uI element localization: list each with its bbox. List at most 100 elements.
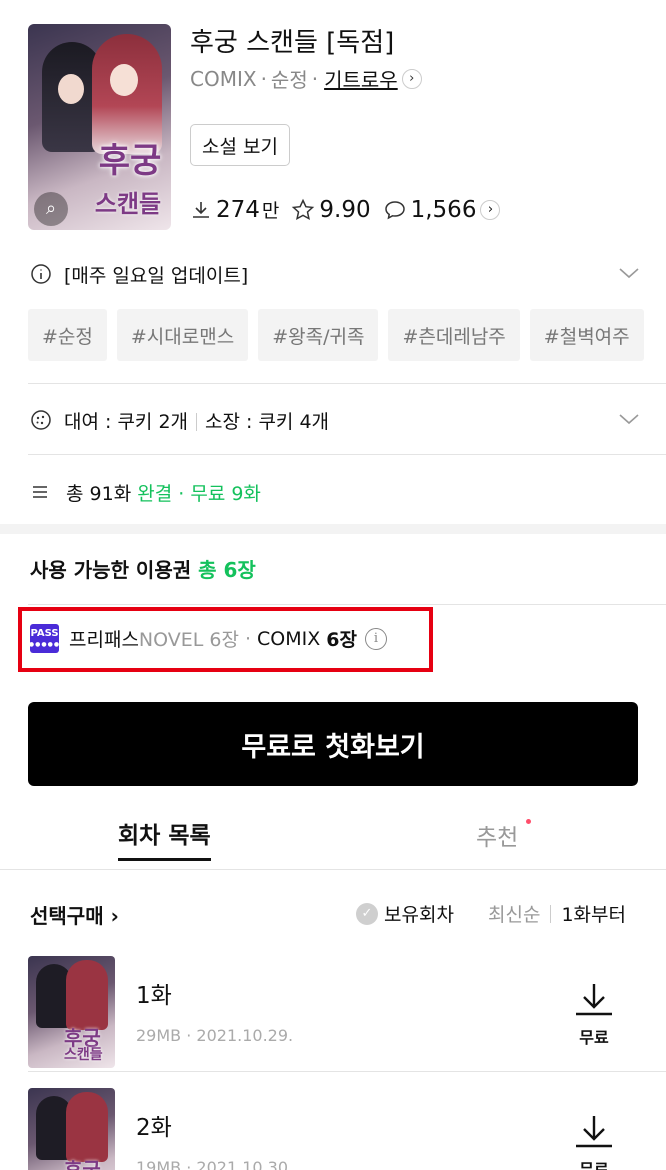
cover-title-text: 후궁 [98,141,162,181]
comix-pass-count: 6장 [326,629,357,651]
view-novel-button[interactable]: 소설 보기 [190,124,290,166]
section-divider [0,524,666,534]
rating-value: 9.90 [319,196,371,223]
update-schedule-row[interactable]: [매주 일요일 업데이트] [30,256,640,292]
sort-from-first[interactable]: 1화부터 [561,900,626,927]
check-icon: ✓ [356,902,378,925]
comix-pass-label: COMIX [257,627,321,650]
series-title: 후궁 스캔들 [독점] [190,28,395,58]
tag-chip[interactable]: #철벽여주 [529,309,644,361]
free-pass-row: PASS ●●●●● 프리패스 NOVEL 6장 · COMIX 6장 i [29,624,387,653]
episode-total-row: 총 91화 완결 · 무료 9화 [30,474,261,510]
chevron-right-icon[interactable]: › [401,68,422,89]
series-stats: 274 만 9.90 1,566 › [190,196,512,223]
divider [28,383,666,384]
downloads-unit: 만 [261,200,280,222]
episode-download-button[interactable]: 무료 [573,980,615,1048]
info-icon[interactable]: i [364,627,387,650]
download-icon [576,984,612,1016]
genre-label: 순정 [270,68,308,92]
novel-pass-count: NOVEL 6장 [138,629,239,651]
episode-row[interactable]: 후궁 스캔들 1화 29MB · 2021.10.29. 무료 [0,956,666,1072]
read-first-free-button[interactable]: 무료로 첫화보기 [28,702,638,786]
update-schedule-text: [매주 일요일 업데이트] [64,264,249,287]
chevron-right-icon[interactable]: › [480,199,501,220]
rent-price: 대여 : 쿠키 2개 [64,410,189,433]
divider [28,454,666,455]
thumb-title: 후궁 [64,1158,101,1170]
episode-name: 2화 [136,1115,172,1141]
tab-bar: 회차 목록 추천 [0,806,666,870]
episode-total-text: 총 91화 완결 · 무료 9화 [66,479,261,506]
episode-info: 29MB · 2021.10.29. [136,1026,294,1045]
free-pass-label: 프리패스 [69,629,139,651]
episode-price-label: 무료 [579,1160,609,1170]
meta-separator: · [260,66,267,91]
tag-chip[interactable]: #시대로맨스 [116,309,249,361]
completion-status: 완결 [137,482,173,505]
tag-list: #순정 #시대로맨스 #왕족/귀족 #츤데레남주 #철벽여주 [28,309,666,361]
list-icon [33,486,47,498]
tag-chip[interactable]: #츤데레남주 [388,309,520,361]
divider [28,1071,666,1072]
thumb-subtitle: 스캔들 [64,1047,103,1063]
new-badge-dot [526,819,531,824]
separator [196,413,198,431]
own-price: 소장 : 쿠키 4개 [205,410,330,433]
episode-row[interactable]: 후궁 2화 19MB · 2021.10.30. 무료 [0,1088,666,1170]
episode-thumbnail: 후궁 스캔들 [28,956,115,1068]
star-icon [292,198,315,220]
platform-label: COMIX [190,66,257,91]
author-link[interactable]: 기트로우 [324,64,398,93]
meta-separator: · [311,66,319,91]
downloads-count: 274 [216,196,260,223]
episode-count: 총 91화 [66,482,132,505]
cookie-icon [31,410,51,430]
available-tickets-label: 사용 가능한 이용권 [30,558,192,582]
episode-name: 1화 [136,983,172,1009]
pass-logo-icon: PASS ●●●●● [29,624,59,653]
comments-stat[interactable]: 1,566 › [383,197,501,223]
available-tickets-heading: 사용 가능한 이용권 총 6장 [30,554,256,583]
episode-info: 19MB · 2021.10.30. [136,1158,294,1170]
downloads-stat: 274 만 [190,196,279,223]
separator [550,904,552,923]
separator: · [178,482,185,505]
cover-face-left [58,74,84,104]
available-tickets-count: 총 6장 [198,558,256,582]
comments-count: 1,566 [410,196,477,223]
pass-logo-text: PASS [30,627,59,639]
chevron-down-icon[interactable] [618,408,640,430]
series-meta: COMIX · 순정 · 기트로우 › [190,64,422,93]
series-header: 후궁 스캔들 ⌕ 후궁 스캔들 [독점] COMIX · 순정 · 기트로우 ›… [0,0,666,240]
tag-chip[interactable]: #왕족/귀족 [258,309,379,361]
free-episodes: 무료 9화 [190,482,261,505]
separator: · [244,627,251,650]
rental-price-row[interactable]: 대여 : 쿠키 2개 소장 : 쿠키 4개 [30,402,640,438]
sort-options: 최신순 1화부터 [488,900,626,927]
download-icon [193,201,209,218]
tab-recommend[interactable]: 추천 [476,818,518,852]
chevron-down-icon[interactable] [618,262,640,284]
owned-episodes-label: 보유회차 [384,904,454,926]
cover-face-right [110,64,138,96]
owned-episodes-filter[interactable]: ✓ 보유회차 [356,900,454,927]
rating-stat: 9.90 [291,196,371,223]
cover-image[interactable]: 후궁 스캔들 ⌕ [28,24,171,230]
select-purchase-button[interactable]: 선택구매 › [30,900,119,929]
episode-download-button[interactable]: 무료 [573,1112,615,1170]
sort-latest[interactable]: 최신순 [488,900,540,927]
tab-episodes[interactable]: 회차 목록 [118,816,211,861]
info-icon [31,264,51,284]
divider [28,604,666,605]
download-icon [576,1116,612,1148]
episode-price-label: 무료 [579,1028,609,1047]
select-purchase-label: 선택구매 [30,903,104,928]
episode-toolbar: 선택구매 › ✓ 보유회차 최신순 1화부터 [30,896,636,932]
episode-thumbnail: 후궁 [28,1088,115,1170]
rental-text: 대여 : 쿠키 2개 소장 : 쿠키 4개 [64,407,329,434]
cover-subtitle-text: 스캔들 [94,190,162,218]
comment-icon [384,200,405,219]
zoom-icon[interactable]: ⌕ [34,192,68,226]
tag-chip[interactable]: #순정 [28,309,107,361]
